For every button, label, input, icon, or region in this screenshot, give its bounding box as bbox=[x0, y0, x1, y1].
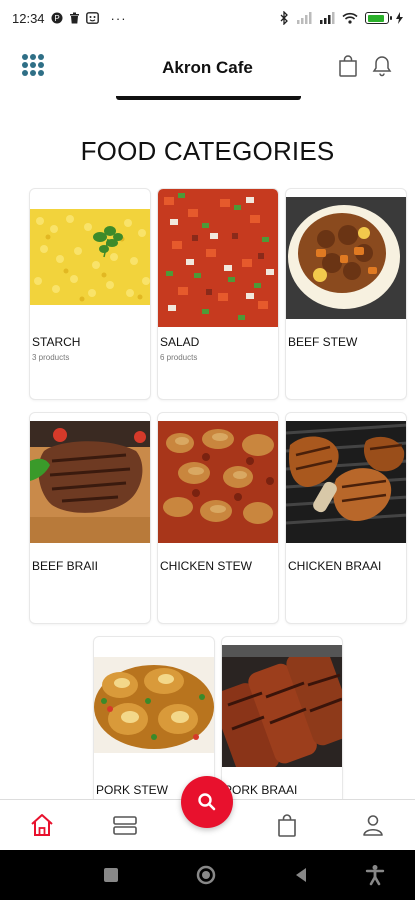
signal-icon-2 bbox=[319, 12, 335, 24]
salad-image bbox=[158, 189, 278, 327]
charging-icon bbox=[396, 12, 403, 24]
search-icon bbox=[196, 791, 218, 813]
category-card-chicken-braai[interactable]: CHICKEN BRAAI bbox=[285, 412, 407, 624]
more-notifications: ··· bbox=[110, 10, 127, 26]
category-name: BEEF STEW bbox=[288, 335, 358, 349]
app-header: Akron Cafe bbox=[0, 38, 415, 96]
signal-icon-1 bbox=[296, 12, 312, 24]
category-card-beef-stew[interactable]: BEEF STEW bbox=[285, 188, 407, 400]
pork-braai-image bbox=[222, 645, 342, 767]
search-button[interactable] bbox=[181, 776, 233, 828]
category-card-chicken-stew[interactable]: CHICKEN STEW bbox=[157, 412, 279, 624]
category-name: BEEF BRAII bbox=[32, 559, 99, 573]
profile-icon[interactable] bbox=[360, 812, 386, 838]
face-icon bbox=[85, 12, 99, 24]
app-notification-icon: P bbox=[51, 12, 63, 24]
category-count: 6 products bbox=[160, 353, 198, 362]
accessibility-icon[interactable] bbox=[365, 864, 385, 886]
starch-image bbox=[30, 209, 150, 331]
home-circle-icon[interactable] bbox=[196, 865, 216, 885]
beef-stew-image bbox=[286, 197, 406, 319]
category-count: 3 products bbox=[32, 353, 70, 362]
category-name: PORK BRAAI bbox=[224, 783, 298, 797]
bluetooth-icon bbox=[280, 11, 289, 25]
chicken-braai-image bbox=[286, 421, 406, 543]
home-icon[interactable] bbox=[29, 812, 55, 838]
pork-stew-image bbox=[94, 657, 214, 753]
status-time: 12:34 bbox=[12, 10, 45, 26]
chicken-stew-image bbox=[158, 421, 278, 543]
category-name: STARCH bbox=[32, 335, 81, 349]
shopping-bag-icon[interactable] bbox=[336, 54, 360, 78]
category-name: SALAD bbox=[160, 335, 200, 349]
svg-text:P: P bbox=[54, 14, 59, 23]
battery-icon bbox=[365, 12, 392, 24]
trash-icon bbox=[69, 12, 80, 24]
status-bar: 12:34 P ··· bbox=[0, 0, 415, 36]
category-card-starch[interactable]: STARCH 3 products bbox=[29, 188, 151, 400]
category-card-beef-braii[interactable]: BEEF BRAII bbox=[29, 412, 151, 624]
category-name: CHICKEN STEW bbox=[160, 559, 253, 573]
back-icon[interactable] bbox=[292, 866, 310, 884]
category-card-salad[interactable]: SALAD 6 products bbox=[157, 188, 279, 400]
category-name: CHICKEN BRAAI bbox=[288, 559, 382, 573]
categories-icon[interactable] bbox=[112, 812, 138, 838]
header-divider bbox=[116, 96, 301, 100]
cart-icon[interactable] bbox=[274, 812, 300, 838]
beef-braii-image bbox=[30, 421, 150, 543]
bell-icon[interactable] bbox=[370, 54, 394, 78]
wifi-icon bbox=[342, 12, 358, 24]
system-navigation-bar bbox=[0, 850, 415, 900]
section-title: FOOD CATEGORIES bbox=[80, 136, 335, 166]
category-name: PORK STEW bbox=[96, 783, 169, 797]
recent-apps-icon[interactable] bbox=[102, 866, 120, 884]
